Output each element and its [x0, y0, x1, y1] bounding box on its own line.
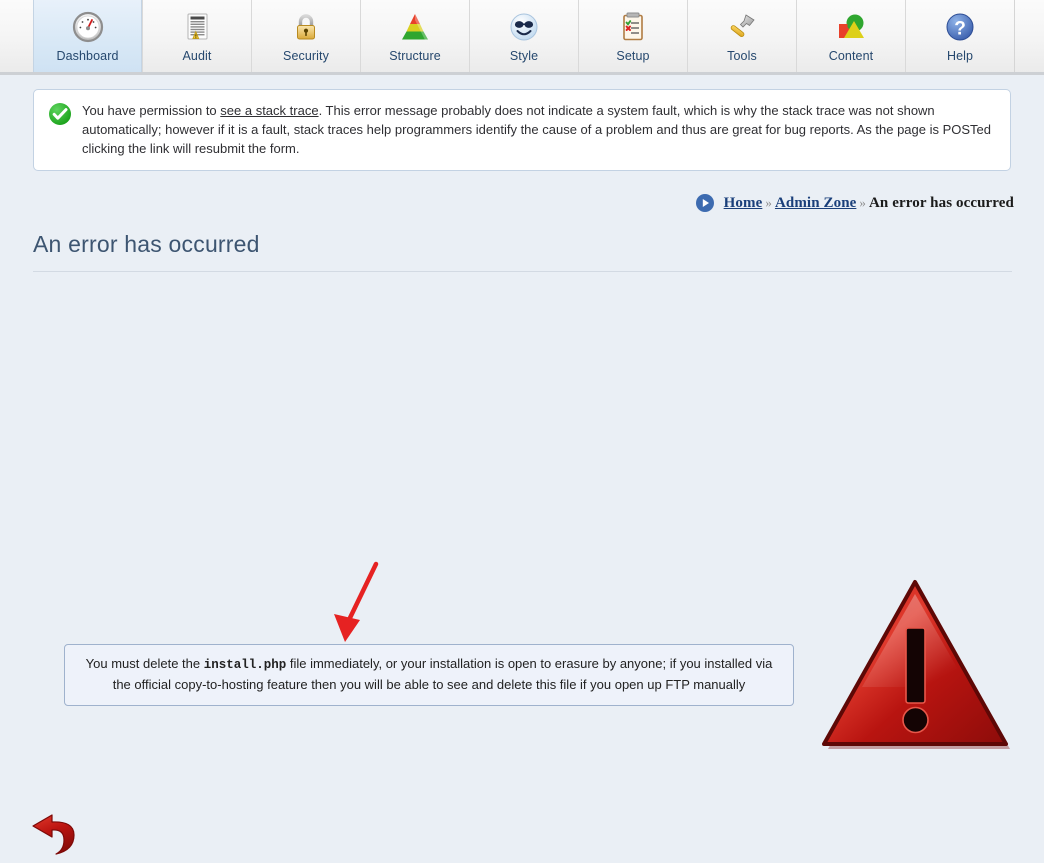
error-message-box: You must delete the install.php file imm… [64, 644, 794, 706]
svg-text:?: ? [954, 19, 966, 40]
tab-label: Setup [616, 49, 650, 63]
tab-label: Security [283, 49, 329, 63]
tab-label: Tools [727, 49, 757, 63]
tab-label: Audit [182, 49, 212, 63]
tab-setup[interactable]: Setup [578, 0, 687, 72]
document-warning-icon [177, 7, 217, 47]
tab-audit[interactable]: Audit [142, 0, 251, 72]
notification-area: You have permission to see a stack trace… [0, 75, 1044, 171]
breadcrumb-separator: » [765, 194, 772, 210]
green-check-icon [48, 102, 72, 126]
breadcrumb-item-home[interactable]: Home [724, 195, 763, 211]
tab-label: Help [946, 49, 974, 63]
tab-tools[interactable]: Tools [687, 0, 796, 72]
breadcrumb-trail: Home» Admin Zone» An error has occurred [724, 195, 1014, 212]
notice-text-before: You have permission to [82, 103, 221, 118]
tab-label: Structure [389, 49, 441, 63]
red-annotation-arrow [330, 558, 390, 651]
tab-dashboard[interactable]: Dashboard [33, 0, 142, 72]
pyramid-icon [395, 7, 435, 47]
notification-text: You have permission to see a stack trace… [82, 101, 996, 158]
tab-security[interactable]: Security [251, 0, 360, 72]
permission-notice: You have permission to see a stack trace… [33, 89, 1011, 171]
error-filename: install.php [203, 658, 287, 672]
tab-label: Style [509, 49, 539, 63]
clipboard-checklist-icon [613, 7, 653, 47]
shapes-icon [831, 7, 871, 47]
question-mark-icon: ? [940, 7, 980, 47]
main-toolbar: Dashboard Audit Security Structure Style… [0, 0, 1044, 75]
tab-content[interactable]: Content [796, 0, 905, 72]
tab-style[interactable]: Style [469, 0, 578, 72]
page-title: An error has occurred [33, 231, 260, 257]
breadcrumb: Home» Admin Zone» An error has occurred [0, 171, 1044, 213]
page-header: An error has occurred [0, 213, 1044, 272]
hammer-icon [722, 7, 762, 47]
toolbar-right-spacer [1014, 0, 1044, 72]
stack-trace-link[interactable]: see a stack trace [220, 103, 318, 118]
breadcrumb-item-admin-zone[interactable]: Admin Zone [775, 195, 856, 211]
toolbar-left-spacer [0, 0, 33, 72]
play-circle-icon [695, 193, 715, 213]
padlock-icon [286, 7, 326, 47]
gauge-icon [68, 7, 108, 47]
tab-structure[interactable]: Structure [360, 0, 469, 72]
tab-label: Dashboard [56, 49, 119, 63]
red-warning-triangle-icon [818, 572, 1013, 770]
breadcrumb-item-current: An error has occurred [869, 194, 1014, 211]
sunglasses-smiley-icon [504, 7, 544, 47]
tab-label: Content [828, 49, 874, 63]
tab-help[interactable]: ? Help [905, 0, 1014, 72]
breadcrumb-separator: » [859, 194, 866, 210]
error-text-part1: You must delete the [85, 656, 204, 671]
main-content: You must delete the install.php file imm… [0, 272, 1044, 855]
back-arrow-button[interactable] [28, 808, 84, 863]
